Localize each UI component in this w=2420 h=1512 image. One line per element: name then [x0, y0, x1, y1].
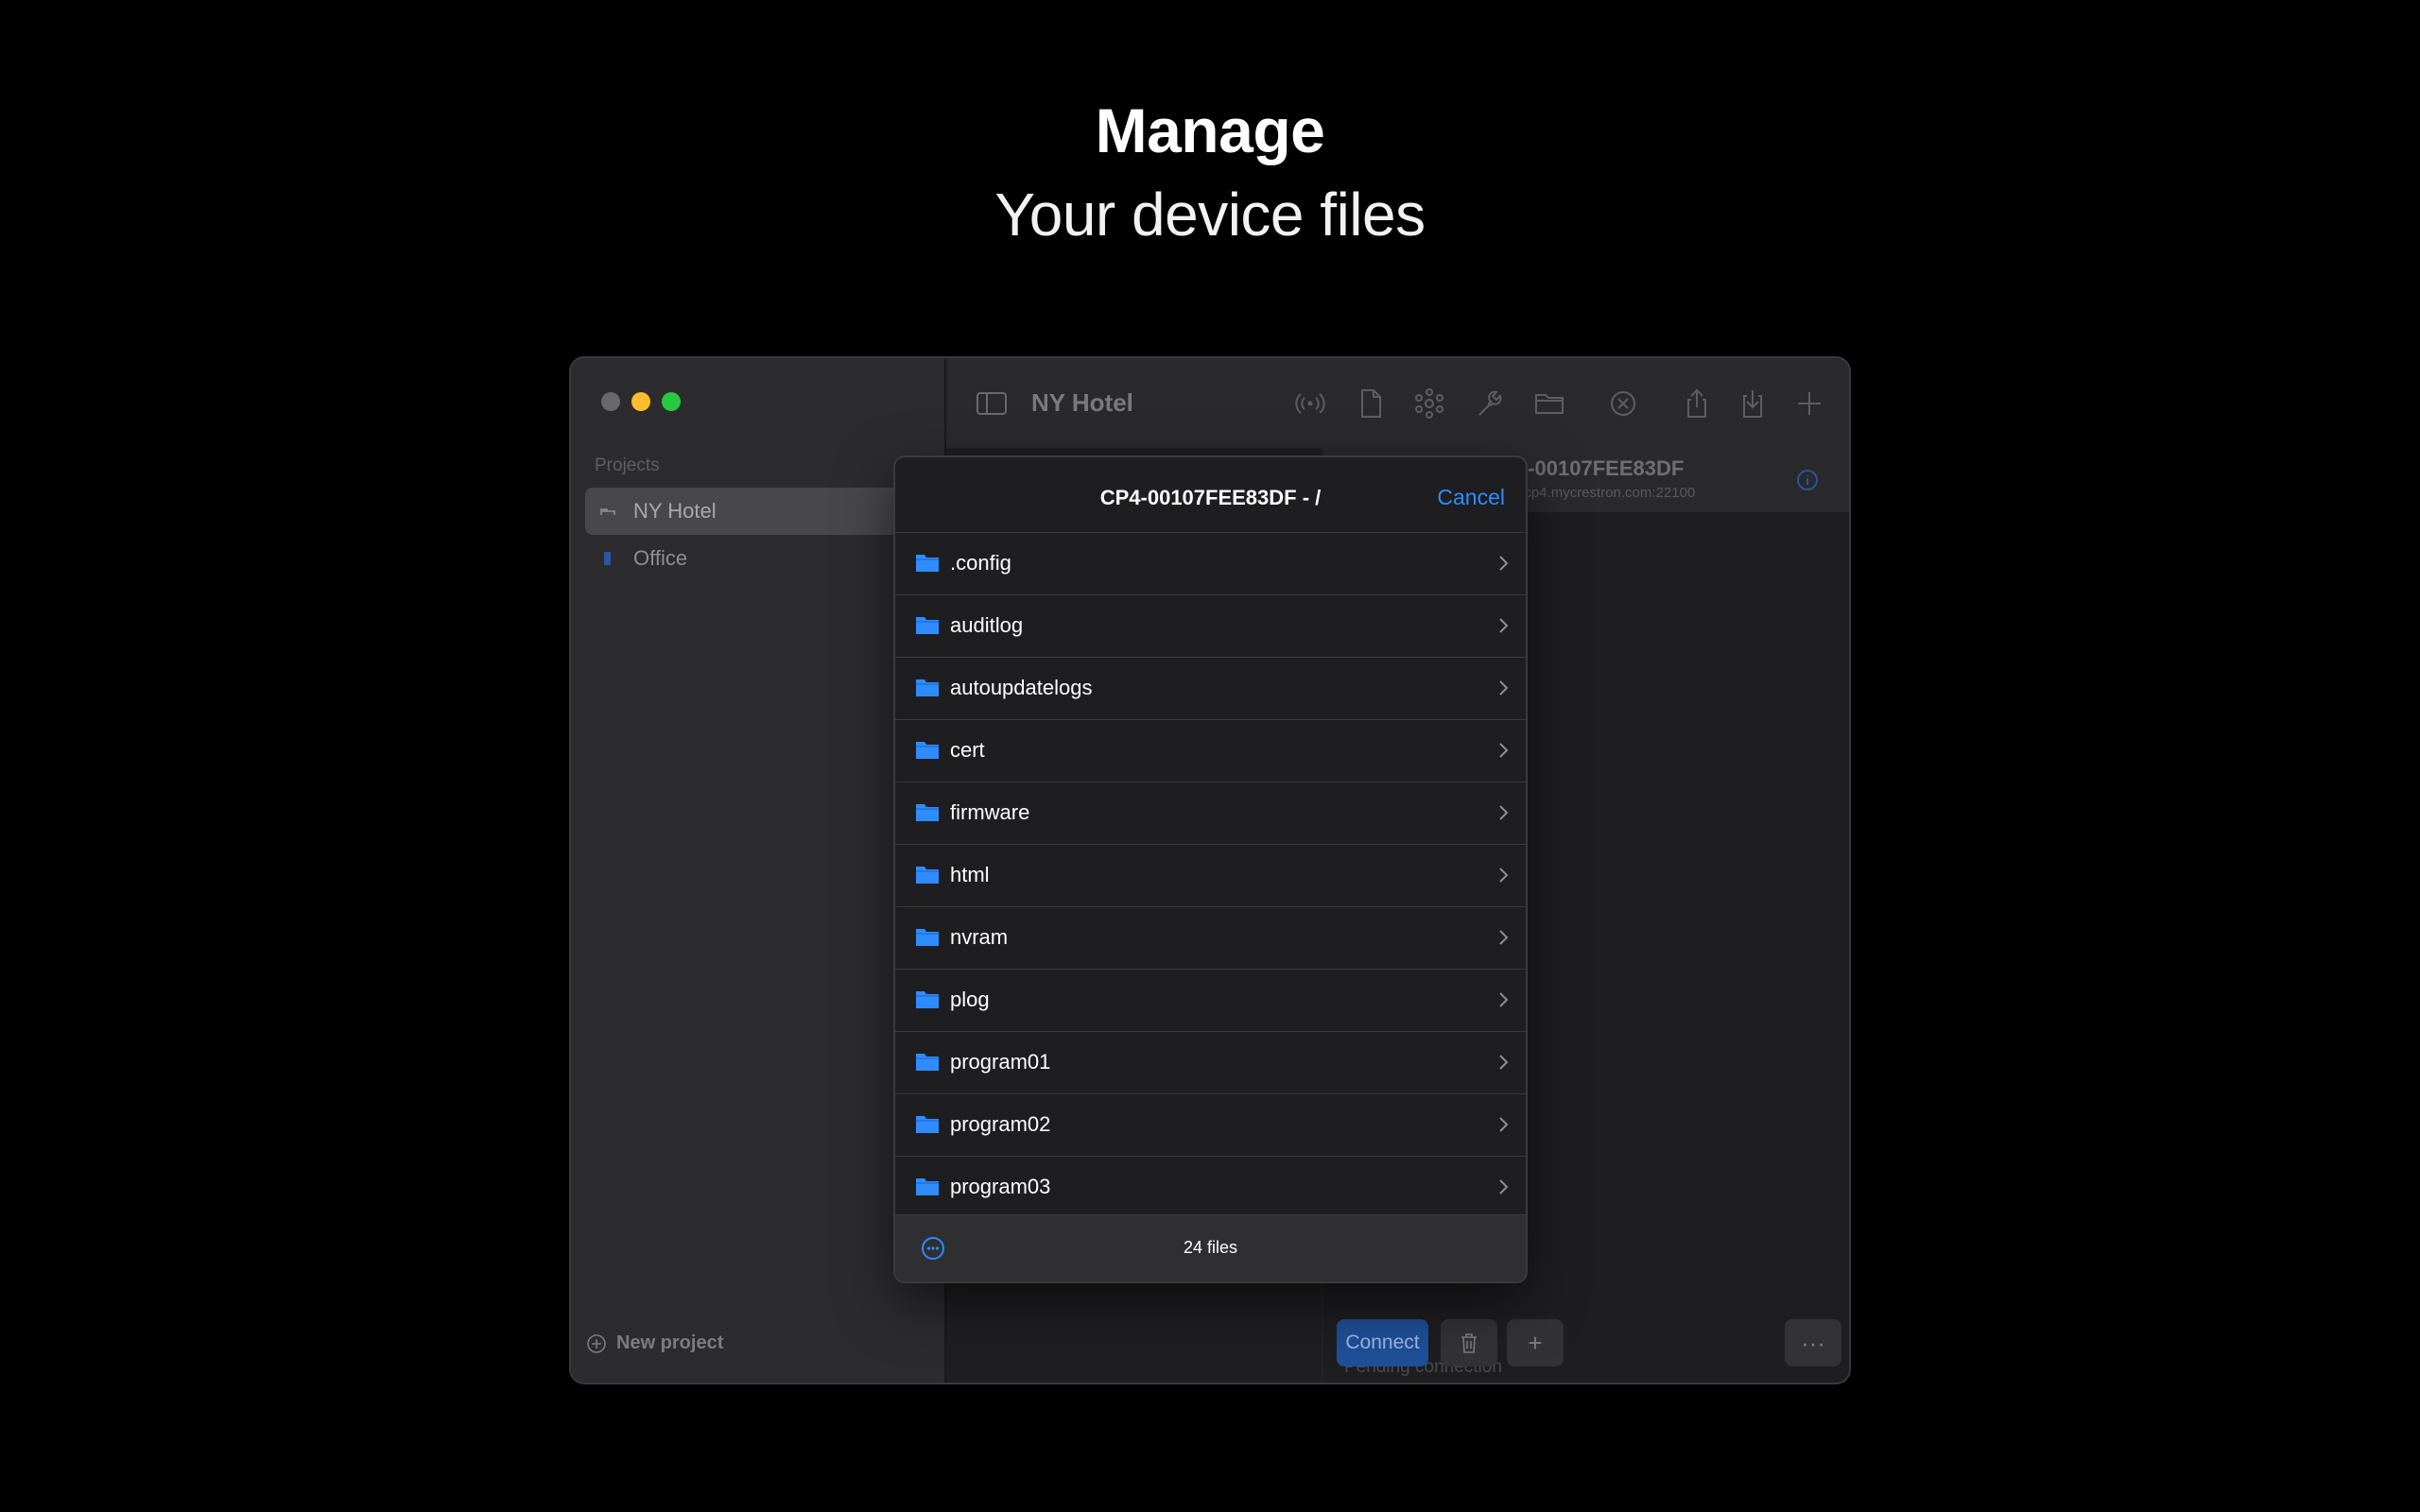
file-browser-dialog: CP4-00107FEE83DF - / Cancel .config audi… [895, 457, 1526, 1281]
file-name: nvram [950, 925, 1009, 949]
folder-icon [916, 929, 939, 946]
folder-icon [916, 1178, 939, 1195]
chevron-right-icon [1499, 556, 1509, 571]
close-circle-icon[interactable] [1606, 387, 1640, 421]
file-name: autoupdatelogs [950, 676, 1093, 699]
window-close-button[interactable] [601, 392, 620, 411]
main-toolbar: NY Hotel [946, 358, 1849, 450]
file-row[interactable]: plog [895, 970, 1526, 1032]
file-count: 24 files [1183, 1238, 1238, 1257]
add-button[interactable]: + [1507, 1319, 1564, 1366]
file-row[interactable]: program01 [895, 1032, 1526, 1094]
dialog-footer: 24 files [895, 1214, 1526, 1281]
folder-icon [916, 742, 939, 759]
file-name: firmware [950, 800, 1030, 824]
connect-button[interactable]: Connect [1337, 1319, 1428, 1366]
plus-circle-icon [587, 1333, 606, 1353]
folder-icon [916, 991, 939, 1008]
new-project-button[interactable]: New project [586, 1332, 723, 1354]
chevron-right-icon [1499, 1055, 1509, 1070]
window-minimize-button[interactable] [631, 392, 650, 411]
bed-icon [600, 508, 615, 515]
file-name: plog [950, 988, 990, 1011]
hero-title: Manage [1095, 95, 1325, 165]
new-project-label: New project [616, 1332, 724, 1353]
file-row[interactable]: nvram [895, 907, 1526, 970]
project-title: NY Hotel [1031, 388, 1133, 417]
network-icon[interactable] [1412, 387, 1446, 421]
plus-icon[interactable] [1792, 387, 1826, 421]
file-row[interactable]: program02 [895, 1094, 1526, 1157]
folder-icon [916, 555, 939, 572]
dialog-title: CP4-00107FEE83DF - / [1099, 486, 1322, 509]
cancel-button[interactable]: Cancel [1437, 485, 1505, 510]
folder-icon[interactable] [1532, 387, 1566, 421]
chevron-right-icon [1499, 1117, 1509, 1132]
file-name: program03 [950, 1175, 1051, 1198]
file-row[interactable]: firmware [895, 782, 1526, 845]
sidebar-item-label: Office [633, 546, 688, 570]
folder-icon [916, 804, 939, 821]
file-row[interactable]: auditlog [895, 595, 1526, 658]
trash-icon [1461, 1333, 1477, 1353]
folder-icon [916, 867, 939, 884]
more-button[interactable]: ··· [1785, 1319, 1841, 1366]
folder-icon [916, 1116, 939, 1133]
file-name: auditlog [950, 613, 1024, 637]
sidebar: Projects NY Hotel Office New project [571, 358, 946, 1383]
chevron-right-icon [1499, 743, 1509, 758]
sidebar-toggle-icon[interactable] [975, 387, 1009, 421]
chevron-right-icon [1499, 618, 1509, 633]
folder-icon [916, 679, 939, 696]
info-icon[interactable] [1796, 469, 1819, 491]
file-row[interactable]: autoupdatelogs [895, 658, 1526, 720]
folder-icon [916, 1054, 939, 1071]
wrench-icon[interactable] [1472, 387, 1506, 421]
share-icon[interactable] [1680, 387, 1714, 421]
sidebar-item-office[interactable]: Office [585, 535, 935, 582]
file-name: program02 [950, 1112, 1051, 1136]
hero-subtitle: Your device files [994, 180, 1426, 249]
file-row[interactable]: program03 [895, 1157, 1526, 1219]
chevron-right-icon [1499, 680, 1509, 696]
file-row[interactable]: html [895, 845, 1526, 907]
file-row[interactable]: .config [895, 533, 1526, 595]
download-icon[interactable] [1736, 387, 1770, 421]
building-icon [604, 552, 611, 565]
file-row[interactable]: cert [895, 720, 1526, 782]
window-maximize-button[interactable] [662, 392, 681, 411]
device-address: ncp4.mycrestron.com:22100 [1516, 485, 1696, 501]
bottom-bar: Connect + ··· [1323, 1302, 1849, 1383]
chevron-right-icon [1499, 992, 1509, 1007]
device-name: 4-00107FEE83DF [1516, 456, 1685, 480]
folder-icon [916, 617, 939, 634]
chevron-right-icon [1499, 868, 1509, 883]
file-name: program01 [950, 1050, 1051, 1074]
sidebar-heading: Projects [595, 455, 660, 475]
chevron-right-icon [1499, 805, 1509, 820]
file-name: html [950, 863, 990, 886]
file-name: .config [950, 551, 1011, 575]
broadcast-icon[interactable] [1293, 387, 1327, 421]
file-list: .config auditlog autoupdatelogs cert fir… [895, 533, 1526, 1219]
sidebar-item-label: NY Hotel [633, 499, 717, 523]
chevron-right-icon [1499, 930, 1509, 945]
delete-button[interactable] [1441, 1319, 1497, 1366]
document-icon[interactable] [1354, 387, 1388, 421]
file-name: cert [950, 738, 985, 762]
chevron-right-icon [1499, 1179, 1509, 1194]
sidebar-item-ny-hotel[interactable]: NY Hotel [585, 488, 935, 535]
